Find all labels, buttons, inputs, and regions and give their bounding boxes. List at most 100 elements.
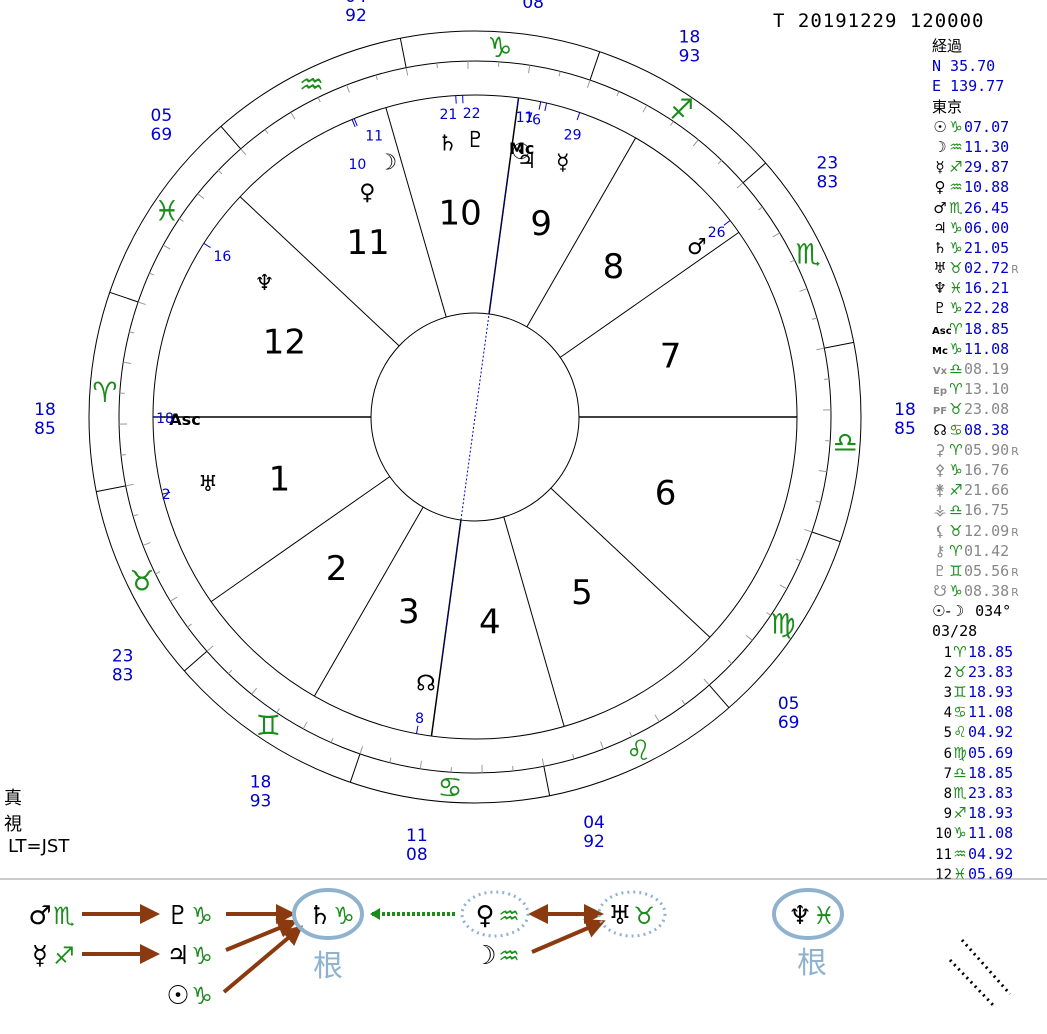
planet-glyph-1: ♅ (198, 472, 218, 497)
planet-glyph-6: ♄ (438, 131, 458, 156)
point-glyph: ⚷ (934, 541, 946, 560)
sign-icon: ♑ (191, 982, 213, 1010)
planet-value: 29.87 (964, 158, 1010, 177)
sign-icon: ♑ (953, 824, 967, 843)
reception-arrowhead (370, 908, 380, 920)
sign-icon: ♎ (949, 501, 963, 520)
sign-icon: ♑ (949, 238, 963, 257)
house-row: 10♑11.08 (932, 823, 1047, 843)
footer-true-label: 真 (4, 788, 22, 809)
planet-glyph: ♂ (933, 198, 947, 217)
cusp-degree-label: 05 (778, 694, 800, 714)
planet-tick (544, 102, 548, 111)
cusp-degree-label: 18 (894, 400, 916, 420)
planet-row: Asc♈18.85 (932, 319, 1047, 339)
sign-icon: ♑ (949, 218, 963, 237)
planet-degree-label: 11 (365, 128, 383, 144)
degree-tick (170, 596, 178, 602)
sign-icon: ♋ (953, 703, 967, 722)
cusp-minute-label: 08 (406, 845, 428, 865)
planet-glyph: ♄ (308, 901, 331, 931)
degree-tick (405, 67, 409, 76)
point-row: ⚳ ♈05.90 R (932, 440, 1047, 460)
planet-value: 22.28 (964, 299, 1010, 318)
point-glyph: ⚸ (934, 521, 946, 540)
sign-icon: ♒ (949, 137, 963, 156)
point-row: ☋ ♑08.38 R (932, 581, 1047, 601)
footer-timezone: LT=JST (8, 836, 70, 857)
cusp-minute-label: 83 (112, 666, 134, 686)
cusp-degree-label: 23 (817, 153, 839, 173)
cusp-minute-label: 83 (817, 172, 839, 192)
root-label-saturn: 根 (313, 949, 343, 984)
planet-glyph: ♇ (933, 299, 947, 318)
degree-tick (330, 737, 334, 743)
degree-tick (789, 259, 795, 263)
degree-tick (217, 170, 223, 175)
dispositor-node-uranus: ♅ ♉ (608, 901, 654, 931)
planet-tick (538, 101, 542, 110)
degree-tick (129, 331, 135, 334)
sign-icon: ♐ (949, 158, 963, 177)
cusp-degree-label: 05 (151, 106, 173, 126)
point-row: PF ♉23.08 (932, 399, 1047, 419)
planet-value: 21.05 (964, 238, 1010, 257)
horoscope-chart-wheel: ♈♉♊♋♌♍♎♏♐♑♒♓1885123832189331108404925056… (34, 0, 916, 865)
sign-icon: ♓ (949, 279, 963, 298)
planet-glyph: ♆ (788, 901, 811, 931)
planet-glyph: ♄ (933, 238, 947, 257)
planet-value: 11.30 (964, 137, 1010, 156)
sign-icon: ♑ (191, 942, 213, 970)
house-number-2: 2 (326, 549, 348, 589)
house-cusp-value: 04.92 (968, 723, 1014, 742)
point-value: 12.09 (964, 521, 1010, 540)
planet-glyph: ♆ (933, 279, 947, 298)
degree-tick (228, 669, 233, 675)
house-cusp-value: 18.85 (968, 642, 1014, 661)
retrograde-marker: R (1011, 444, 1019, 458)
sign-icon: ♒ (949, 178, 963, 197)
house-cusp-value: 18.93 (968, 804, 1014, 823)
degree-tick (642, 104, 648, 113)
house-cusp-value: 18.85 (968, 763, 1014, 782)
degree-tick (132, 514, 138, 517)
dispositor-node-sun: ☉ ♑ (166, 981, 212, 1011)
point-glyph: ⚴ (934, 460, 946, 479)
planet-glyph-10: ☿ (556, 151, 570, 176)
sign-icon: ♉ (953, 662, 967, 681)
point-row: Vx ♎08.19 (932, 359, 1047, 379)
house-number-4: 4 (479, 602, 501, 642)
dispositor-node-jup: ♃ ♑ (166, 941, 212, 971)
degree-tick (155, 571, 161, 575)
sign-boundary (742, 162, 766, 184)
sign-boundary (811, 531, 841, 543)
sign-icon: ♈ (949, 380, 963, 399)
cusp-minute-label: 93 (679, 46, 701, 66)
house-number: 6 (943, 745, 952, 762)
degree-tick (197, 193, 205, 200)
planet-degree-label: 21 (440, 107, 458, 123)
house-number: 11 (935, 846, 952, 863)
sign-icon: ♐ (53, 942, 75, 970)
house-cusp-value: 04.92 (968, 844, 1014, 863)
point-value: 13.10 (964, 380, 1010, 399)
sign-boundary (184, 650, 208, 672)
sign-boundary (349, 753, 361, 783)
house-cusp-value: 23.83 (968, 662, 1014, 681)
point-list: Vx ♎08.19 Ep ♈13.10 PF ♉23.08 ☊ ♋08.38 ⚳ ♈05.90 R ⚴… (932, 359, 1047, 601)
sign-boundary (96, 485, 126, 493)
degree-tick (681, 700, 686, 705)
point-value: 23.08 (964, 400, 1010, 419)
degree-tick (600, 741, 604, 750)
point-value: 08.19 (964, 360, 1010, 378)
point-value: 08.38 (964, 582, 1010, 601)
degree-tick (137, 301, 146, 306)
planet-row: ☽ ♒11.30 (932, 137, 1047, 157)
degree-tick (528, 65, 531, 74)
sign-3-icon: ♊ (256, 709, 281, 742)
point-glyph: ⚳ (934, 440, 946, 459)
cusp-minute-label: 85 (34, 419, 56, 439)
house-number: 8 (943, 785, 952, 802)
degree-tick (772, 232, 780, 238)
dispositor-node-sat: ♄ ♑ (308, 901, 354, 931)
